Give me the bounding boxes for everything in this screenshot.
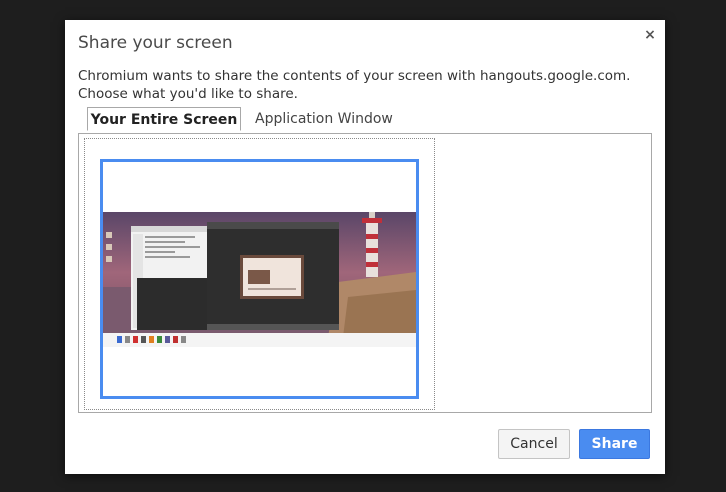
screen-source-tile[interactable] [84, 138, 435, 410]
close-icon[interactable]: × [640, 25, 660, 45]
source-list-panel [78, 133, 652, 413]
screen-thumbnail-selected[interactable] [100, 159, 419, 399]
tab-entire-screen[interactable]: Your Entire Screen [87, 107, 241, 131]
dialog-title: Share your screen [78, 33, 233, 53]
screen-thumbnail-image [103, 212, 416, 347]
share-button[interactable]: Share [579, 429, 650, 459]
dialog-description: Chromium wants to share the contents of … [78, 68, 631, 102]
tab-application-window[interactable]: Application Window [255, 107, 393, 131]
share-screen-dialog: Share your screen × Chromium wants to sh… [65, 20, 665, 474]
cancel-button[interactable]: Cancel [498, 429, 570, 459]
